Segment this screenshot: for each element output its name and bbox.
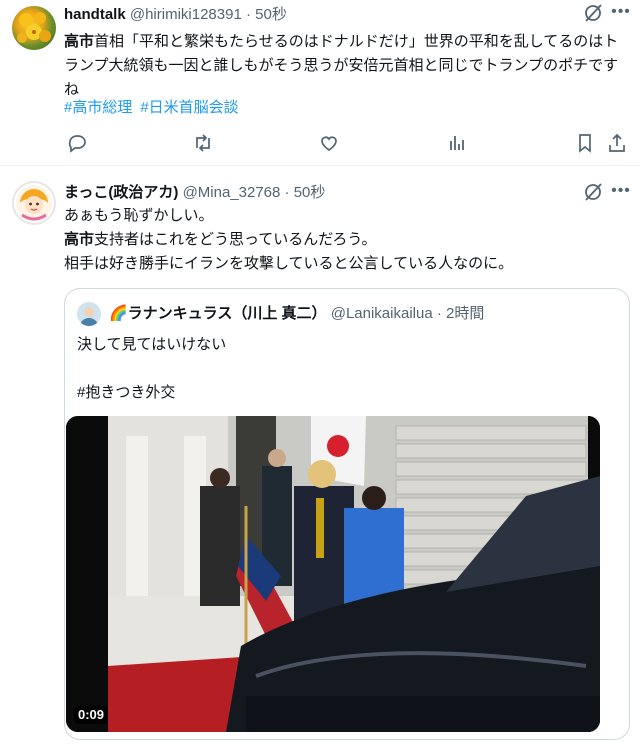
author-handle[interactable]: @Mina_32768 xyxy=(183,184,281,201)
bookmark-icon[interactable] xyxy=(574,132,598,156)
separator-dot: · xyxy=(245,6,251,23)
video-duration: 0:09 xyxy=(74,706,109,724)
retweet-icon[interactable] xyxy=(192,132,216,156)
action-bar xyxy=(64,128,629,160)
tweet-line: あぁもう恥ずかしい。 xyxy=(64,207,214,224)
author-handle[interactable]: @hirimiki128391 xyxy=(130,6,242,23)
tweet-line: 高市支持者はこれをどう思っているんだろう。 xyxy=(64,228,629,252)
separator-dot: · xyxy=(436,305,442,322)
avatar[interactable] xyxy=(12,6,56,50)
tweet-text: あぁもう恥ずかしい。 高市支持者はこれをどう思っているんだろう。 相手は好き勝手にイ… xyxy=(64,204,629,276)
video-frame-image xyxy=(66,416,600,732)
highlight-term: 高市 xyxy=(64,231,95,248)
tweet[interactable]: handtalk @hirimiki128391 · 50秒 ••• 高市首相「… xyxy=(0,0,640,166)
quote-header: 🌈ラナンキュラス（川上 真二） @Lanikaikailua · 2時間 xyxy=(109,303,484,325)
avatar[interactable] xyxy=(12,181,56,225)
tweet-text: 高市首相「平和と繁栄もたらせるのはドナルドだけ」世界の平和を乱してるのはトランプ… xyxy=(64,30,629,102)
cartoon-avatar-image xyxy=(16,185,52,221)
tweet[interactable]: まっこ(政治アカ) @Mina_32768 · 50秒 ••• あぁもう恥ずかし… xyxy=(0,167,640,744)
like-icon[interactable] xyxy=(318,132,342,156)
hashtag-list: #高市総理 #日米首脳会談 xyxy=(64,96,247,120)
more-icon[interactable]: ••• xyxy=(610,2,632,24)
hashtag[interactable]: #高市総理 xyxy=(64,99,132,116)
tweet-text-rest: 首相「平和と繁栄もたらせるのはドナルドだけ」世界の平和を乱してるのはトランプ大統… xyxy=(64,33,619,98)
hashtag[interactable]: #日米首脳会談 xyxy=(140,99,238,116)
flower-avatar-image xyxy=(17,12,51,43)
share-icon[interactable] xyxy=(606,132,630,156)
tweet-line: 相手は好き勝手にイランを攻撃していると公言している人なのに。 xyxy=(64,255,514,272)
highlight-term: 高市 xyxy=(64,33,95,50)
quote-avatar[interactable] xyxy=(77,302,101,326)
video-player[interactable]: 0:09 xyxy=(66,416,600,732)
timestamp[interactable]: 50秒 xyxy=(294,184,326,201)
tweet-header: まっこ(政治アカ) @Mina_32768 · 50秒 xyxy=(64,182,325,204)
grok-icon[interactable] xyxy=(582,2,604,24)
author-name[interactable]: まっこ(政治アカ) xyxy=(64,184,178,201)
quoted-tweet[interactable]: 🌈ラナンキュラス（川上 真二） @Lanikaikailua · 2時間 決して… xyxy=(64,288,630,740)
author-name[interactable]: handtalk xyxy=(64,6,126,23)
grok-icon[interactable] xyxy=(582,181,604,203)
quote-timestamp[interactable]: 2時間 xyxy=(446,305,484,322)
more-icon[interactable]: ••• xyxy=(610,181,632,203)
separator-dot: · xyxy=(284,184,290,201)
reply-icon[interactable] xyxy=(66,132,90,156)
timestamp[interactable]: 50秒 xyxy=(255,6,287,23)
tweet-line-rest: 支持者はこれをどう思っているんだろう。 xyxy=(94,231,377,248)
quote-author-name[interactable]: 🌈ラナンキュラス（川上 真二） xyxy=(109,305,327,322)
quote-author-handle[interactable]: @Lanikaikailua xyxy=(331,305,433,322)
tweet-header: handtalk @hirimiki128391 · 50秒 xyxy=(64,4,287,26)
views-icon[interactable] xyxy=(446,132,470,156)
quote-text: 決して見てはいけない #抱きつき外交 xyxy=(77,336,227,401)
